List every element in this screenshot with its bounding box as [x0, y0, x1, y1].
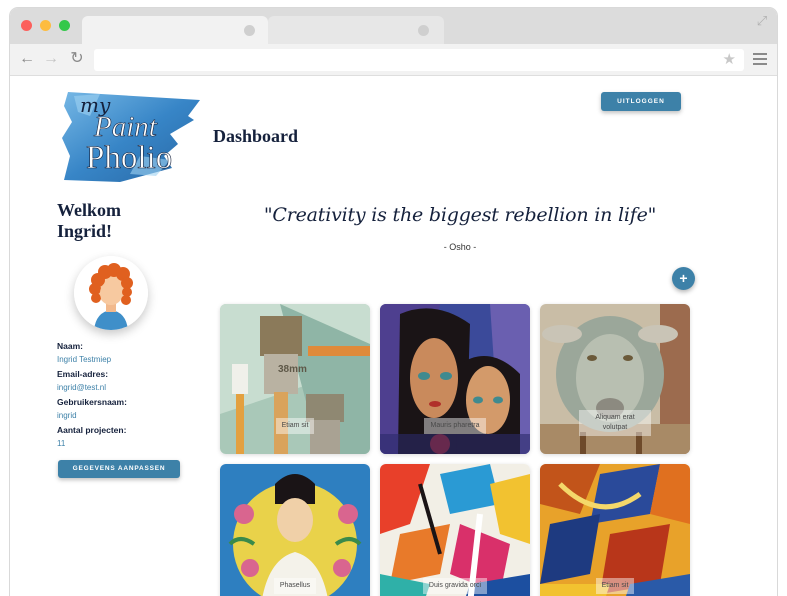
- project-count-value: 11: [57, 439, 66, 448]
- page-title: Dashboard: [213, 126, 299, 146]
- project-title: Duis gravida orci: [422, 578, 488, 594]
- project-card[interactable]: Mauris pharetra: [380, 304, 530, 454]
- email-value: ingrid@test.nl: [57, 383, 107, 392]
- logout-button[interactable]: UITLOGGEN: [601, 92, 681, 111]
- dashboard-page: my Paint Pholio Dashboard UITLOGGEN Welk…: [10, 76, 777, 596]
- star-icon[interactable]: ★: [723, 51, 736, 69]
- quote-text: "Creativity is the biggest rebellion in …: [263, 204, 657, 226]
- project-count-label: Aantal projecten:: [57, 425, 127, 435]
- name-label: Naam:: [57, 341, 83, 351]
- project-card[interactable]: Duis gravida orci: [380, 464, 530, 596]
- browser-window: ⤢ ← → ↻ ★ my Paint Pholio Dashboard UITL…: [10, 8, 777, 596]
- browser-tab-active[interactable]: [82, 16, 268, 44]
- welcome-heading: Welkom Ingrid!: [57, 200, 121, 242]
- back-icon[interactable]: ←: [18, 50, 36, 68]
- profile-info: Naam: Ingrid Testmiep Email-adres: ingri…: [57, 339, 197, 451]
- tab-close-icon[interactable]: [244, 25, 255, 36]
- hamburger-menu-icon[interactable]: [753, 53, 767, 65]
- logo[interactable]: my Paint Pholio: [60, 86, 202, 184]
- quote-author: - Osho -: [443, 242, 477, 252]
- project-card[interactable]: Aliquam erat volutpat: [540, 304, 690, 454]
- project-title: Phasellus: [273, 578, 317, 594]
- username-value: ingrid: [57, 411, 77, 420]
- forward-icon[interactable]: →: [42, 50, 60, 68]
- edit-profile-button[interactable]: GEGEVENS AANPASSEN: [58, 460, 180, 478]
- project-title: Aliquam erat volutpat: [579, 410, 651, 436]
- project-card[interactable]: 38mm Etiam sit: [220, 304, 370, 454]
- email-label: Email-adres:: [57, 369, 109, 379]
- logo-text-pholio: Pholio: [86, 140, 172, 176]
- add-project-button[interactable]: +: [672, 267, 695, 290]
- maximize-window-button[interactable]: [59, 20, 70, 31]
- minimize-window-button[interactable]: [40, 20, 51, 31]
- welcome-line-2: Ingrid!: [57, 221, 113, 241]
- tab-close-icon[interactable]: [418, 25, 429, 36]
- project-card[interactable]: Phasellus: [220, 464, 370, 596]
- tab-bar: ⤢: [10, 8, 777, 44]
- expand-icon[interactable]: ⤢: [755, 14, 769, 28]
- browser-tab-inactive[interactable]: [268, 16, 444, 44]
- logo-text-paint: Paint: [93, 111, 158, 143]
- project-title: Etiam sit: [275, 418, 315, 434]
- project-title: Etiam sit: [595, 578, 635, 594]
- avatar: [74, 256, 148, 330]
- reload-icon[interactable]: ↻: [68, 50, 86, 68]
- svg-text:38mm: 38mm: [278, 364, 307, 375]
- address-bar[interactable]: ★: [94, 49, 744, 71]
- name-value: Ingrid Testmiep: [57, 355, 112, 364]
- browser-toolbar: ← → ↻ ★: [10, 44, 777, 76]
- close-window-button[interactable]: [21, 20, 32, 31]
- welcome-line-1: Welkom: [57, 200, 122, 220]
- username-label: Gebruikersnaam:: [57, 397, 127, 407]
- project-title: Mauris pharetra: [424, 418, 486, 434]
- project-card[interactable]: Etiam sit: [540, 464, 690, 596]
